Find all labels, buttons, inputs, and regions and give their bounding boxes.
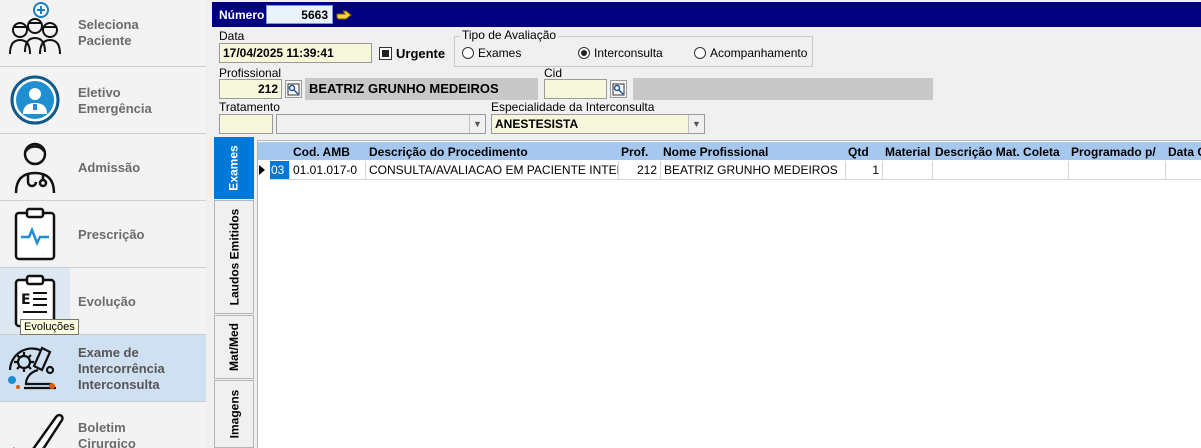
column-header-cod-amb[interactable]: Cod. AMB [293, 145, 350, 159]
sidebar-item-prescricao[interactable]: Prescrição [0, 201, 206, 268]
sidebar-item-label: Seleciona Paciente [78, 17, 139, 49]
cid-label: Cid [544, 66, 563, 80]
sidebar-label-line1: Seleciona [78, 17, 139, 32]
cell-prof[interactable]: 212 [619, 161, 661, 180]
profissional-name-field: BEATRIZ GRUNHO MEDEIROS [305, 78, 538, 100]
sidebar-label-line1: Exame de [78, 345, 139, 360]
sidebar-item-label: Prescrição [78, 227, 145, 243]
clipboard-pulse-icon [0, 201, 70, 267]
cell-descricao[interactable]: CONSULTA/AVALIACAO EM PACIENTE INTER [366, 161, 619, 180]
column-header-data-coleta[interactable]: Data C [1168, 145, 1201, 159]
data-label: Data [219, 29, 245, 43]
sidebar-label-line1: Evolução [78, 294, 136, 309]
sidebar-item-label: Admissão [78, 160, 140, 176]
sidebar-item-label: Boletim Cirurgico [78, 420, 136, 448]
cell-nome[interactable]: BEATRIZ GRUNHO MEDEIROS [661, 161, 846, 180]
column-header-material[interactable]: Material [885, 145, 930, 159]
tratamento-select[interactable]: ▼ [276, 114, 486, 134]
especialidade-select-value: ANESTESISTA [495, 117, 579, 131]
tab-mat-med[interactable]: Mat/Med [214, 315, 254, 379]
numero-field[interactable]: 5663 [266, 5, 333, 24]
doctor-badge-icon [0, 67, 70, 133]
cid-code-field[interactable] [544, 79, 607, 99]
table-row[interactable]: 03 01.01.017-0 CONSULTA/AVALIACAO EM PAC… [258, 161, 1201, 180]
sidebar-item-exame-intercorrencia[interactable]: Exame de Intercorrência Interconsulta [0, 335, 206, 402]
sidebar-item-label: Evolução [78, 294, 136, 310]
column-header-descricao[interactable]: Descrição do Procedimento [369, 145, 528, 159]
radio-exames-label: Exames [478, 46, 522, 60]
tab-label: Laudos Emitidos [227, 208, 241, 306]
cell-material[interactable] [883, 161, 933, 180]
svg-text:E: E [21, 292, 31, 308]
header-bar: Número 5663 [212, 2, 1201, 27]
sidebar-item-seleciona-paciente[interactable]: Seleciona Paciente [0, 0, 206, 67]
radio-acompanhamento[interactable] [694, 47, 706, 59]
tab-exames[interactable]: Exames [214, 137, 254, 199]
column-header-nome-profissional[interactable]: Nome Profissional [663, 145, 768, 159]
sidebar-label-line1: Boletim [78, 420, 126, 435]
cell-programado[interactable] [1069, 161, 1166, 180]
radio-interconsulta[interactable] [578, 47, 590, 59]
tooltip-evolucoes: Evoluções [20, 319, 79, 335]
sidebar-item-eletivo-emergencia[interactable]: Eletivo Emergência [0, 67, 206, 134]
tratamento-label: Tratamento [219, 100, 280, 114]
urgente-checkbox[interactable] [379, 47, 392, 60]
sidebar-item-label: Exame de Intercorrência Interconsulta [78, 345, 165, 393]
cid-description-field [633, 78, 933, 100]
tab-imagens[interactable]: Imagens [214, 380, 254, 448]
sidebar-label-line3: Interconsulta [78, 377, 160, 392]
tab-label: Exames [227, 145, 241, 191]
sidebar-label-line2: Emergência [78, 101, 152, 116]
microscope-virus-icon [0, 335, 70, 401]
data-field[interactable]: 17/04/2025 11:39:41 [219, 43, 372, 63]
sidebar-item-admissao[interactable]: Admissão [0, 134, 206, 201]
sidebar-label-line1: Eletivo [78, 85, 121, 100]
doctor-stethoscope-icon [0, 134, 70, 200]
urgente-label: Urgente [396, 46, 446, 61]
especialidade-label: Especialidade da Interconsulta [491, 100, 655, 114]
tab-laudos-emitidos[interactable]: Laudos Emitidos [214, 200, 254, 314]
cell-descricao-mat[interactable] [933, 161, 1069, 180]
radio-interconsulta-label: Interconsulta [594, 46, 663, 60]
sidebar-label-line2: Paciente [78, 33, 132, 48]
chevron-down-icon[interactable]: ▼ [688, 115, 704, 133]
sidebar-label-line2: Intercorrência [78, 361, 165, 376]
tab-label: Mat/Med [227, 323, 241, 371]
sidebar: Seleciona Paciente Eletivo Emergência Ad… [0, 0, 206, 448]
cid-lookup-icon[interactable] [610, 80, 627, 98]
column-header-descricao-mat-coleta[interactable]: Descrição Mat. Coleta [935, 145, 1060, 159]
scalpel-blood-icon [0, 402, 70, 448]
profissional-code-field[interactable]: 212 [219, 79, 282, 99]
vertical-tabs: Exames Laudos Emitidos Mat/Med Imagens [212, 137, 256, 448]
cell-data-coleta[interactable] [1166, 161, 1201, 180]
chevron-down-icon[interactable]: ▼ [469, 115, 485, 133]
cell-cod-amb[interactable]: 01.01.017-0 [290, 161, 366, 180]
main-panel: Número 5663 Data 17/04/2025 11:39:41 Urg… [212, 0, 1201, 448]
especialidade-select[interactable]: ANESTESISTA ▼ [491, 114, 705, 134]
radio-acompanhamento-label: Acompanhamento [710, 46, 808, 60]
sidebar-item-label: Eletivo Emergência [78, 85, 152, 117]
cell-qtd[interactable]: 1 [846, 161, 883, 180]
sidebar-item-boletim-cirurgico[interactable]: Boletim Cirurgico [0, 402, 206, 448]
profissional-label: Profissional [219, 66, 282, 80]
sidebar-label-line2: Cirurgico [78, 436, 136, 448]
profissional-lookup-icon[interactable] [285, 80, 302, 98]
team-doctors-icon [0, 0, 70, 66]
column-header-qtd[interactable]: Qtd [848, 145, 869, 159]
cell-seq[interactable]: 03 [270, 161, 290, 180]
pointing-hand-icon[interactable] [336, 8, 352, 22]
numero-label: Número [219, 8, 265, 22]
procedures-grid[interactable]: Cod. AMB Descrição do Procedimento Prof.… [257, 140, 1201, 448]
tratamento-code-field[interactable] [219, 114, 273, 134]
row-indicator-icon [259, 165, 265, 175]
column-header-prof[interactable]: Prof. [621, 145, 648, 159]
sidebar-label-line1: Prescrição [78, 227, 145, 242]
grid-header: Cod. AMB Descrição do Procedimento Prof.… [258, 142, 1201, 160]
sidebar-label-line1: Admissão [78, 160, 141, 175]
radio-exames[interactable] [462, 47, 474, 59]
column-header-programado[interactable]: Programado p/ [1071, 145, 1156, 159]
tipo-avaliacao-legend: Tipo de Avaliação [460, 28, 559, 42]
tab-label: Imagens [227, 389, 241, 439]
